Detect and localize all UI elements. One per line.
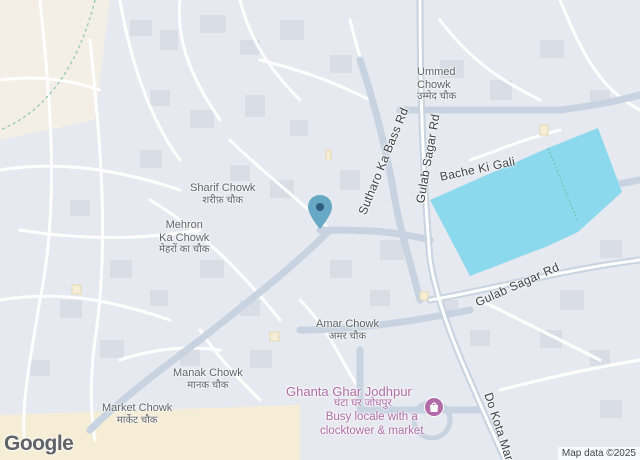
place-label-market-chowk: Market Chowk मार्केट चौक [102,402,173,426]
map-canvas[interactable]: Ummed Chowk उम्मेद चौक Sharif Chowk शरीफ… [0,0,640,460]
map-attribution[interactable]: Map data ©2025 [557,447,640,460]
place-label-ummed-chowk: Ummed Chowk उम्मेद चौक [417,66,457,103]
location-pin-icon[interactable] [306,194,334,235]
place-label-amar-chowk: Amar Chowk अमर चौक [316,318,379,342]
place-label-mehron-ka-chowk: Mehron Ka Chowk मेहरों का चौक [159,219,210,256]
shopping-bag-icon[interactable] [424,397,444,417]
place-label-manak-chowk: Manak Chowk मानक चौक [173,367,243,391]
place-label-sharif-chowk: Sharif Chowk शरीफ़ चौक [190,182,256,206]
poi-ghanta-ghar-description: Busy locale with a clocktower & market [320,411,424,438]
google-logo[interactable]: Google [4,432,74,456]
poi-ghanta-ghar-title-hindi: घंटा घर जोधपुर [334,397,392,409]
